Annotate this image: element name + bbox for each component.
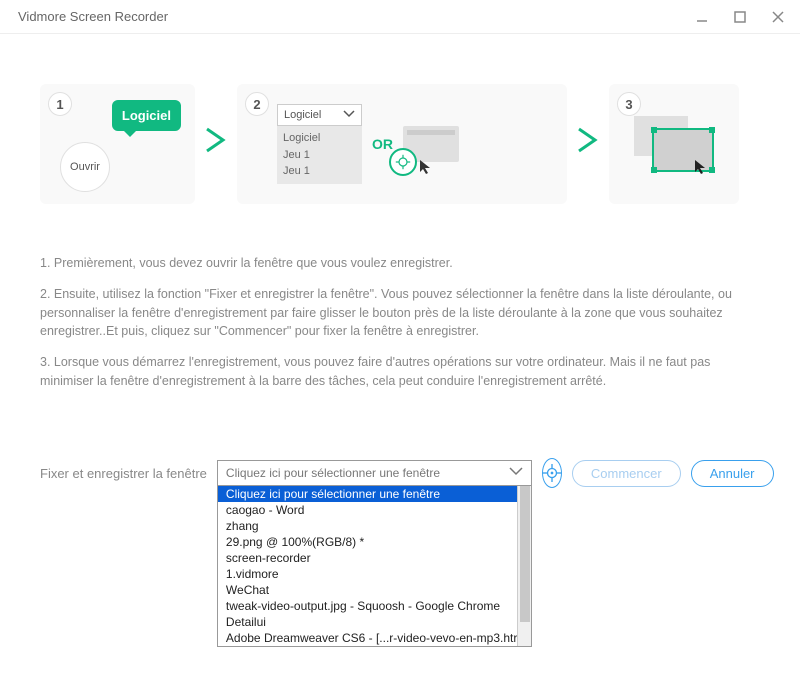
target-picker-button[interactable] <box>542 458 562 488</box>
app-title: Vidmore Screen Recorder <box>18 9 168 24</box>
chevron-down-icon <box>509 466 523 480</box>
dropdown-option[interactable]: 29.png @ 100%(RGB/8) * <box>218 534 531 550</box>
dropdown-option[interactable]: 1.vidmore <box>218 566 531 582</box>
maximize-button[interactable] <box>730 7 750 27</box>
target-illustration <box>403 126 459 162</box>
step-3-card: 3 <box>609 84 739 204</box>
titlebar: Vidmore Screen Recorder <box>0 0 800 34</box>
window-select-wrapper: Cliquez ici pour sélectionner une fenêtr… <box>217 460 532 486</box>
fix-window-label: Fixer et enregistrer la fenêtre <box>40 466 207 481</box>
mini-opt: Logiciel <box>283 130 356 147</box>
crosshair-icon <box>389 148 417 176</box>
cursor-icon <box>694 159 708 178</box>
dropdown-option[interactable]: WeChat <box>218 582 531 598</box>
window-select-dropdown[interactable]: Cliquez ici pour sélectionner une fenêtr… <box>217 460 532 486</box>
resize-handle <box>651 127 657 133</box>
instruction-2: 2. Ensuite, utilisez la fonction "Fixer … <box>40 285 760 341</box>
content-area: 1 Logiciel Ouvrir 2 Logiciel Logiciel Je… <box>0 34 800 423</box>
cancel-button[interactable]: Annuler <box>691 460 774 487</box>
dropdown-option[interactable]: Detailui <box>218 614 531 630</box>
mini-opt: Jeu 1 <box>283 147 356 164</box>
scrollbar[interactable] <box>517 486 531 646</box>
mini-dd-value: Logiciel <box>284 109 321 121</box>
arrow-icon <box>577 125 599 163</box>
resize-handle <box>709 167 715 173</box>
dropdown-option[interactable]: tweak-video-output.jpg - Squoosh - Googl… <box>218 598 531 614</box>
instructions: 1. Premièrement, vous devez ouvrir la fe… <box>40 254 760 391</box>
dropdown-option[interactable]: screen-recorder <box>218 550 531 566</box>
step-1-card: 1 Logiciel Ouvrir <box>40 84 195 204</box>
instruction-1: 1. Premièrement, vous devez ouvrir la fe… <box>40 254 760 273</box>
software-bubble: Logiciel <box>112 100 181 131</box>
dropdown-option[interactable]: Cliquez ici pour sélectionner une fenêtr… <box>218 486 531 502</box>
mini-dropdown-list: Logiciel Jeu 1 Jeu 1 <box>277 126 362 184</box>
minimize-button[interactable] <box>692 7 712 27</box>
step-1-number: 1 <box>48 92 72 116</box>
start-button[interactable]: Commencer <box>572 460 681 487</box>
scrollbar-thumb[interactable] <box>520 486 530 622</box>
mini-dropdown-selected: Logiciel <box>277 104 362 126</box>
mini-opt: Jeu 1 <box>283 163 356 180</box>
step-3-number: 3 <box>617 92 641 116</box>
dropdown-placeholder: Cliquez ici pour sélectionner une fenêtr… <box>226 466 440 480</box>
cursor-icon <box>419 159 433 178</box>
open-circle: Ouvrir <box>60 142 110 192</box>
dropdown-option[interactable]: caogao - Word <box>218 502 531 518</box>
steps-row: 1 Logiciel Ouvrir 2 Logiciel Logiciel Je… <box>40 84 760 204</box>
selection-graphic <box>634 116 714 172</box>
window-controls <box>692 7 788 27</box>
chevron-down-icon <box>343 109 355 121</box>
arrow-icon <box>205 125 227 163</box>
app-window: Vidmore Screen Recorder 1 Logiciel Ouvri… <box>0 0 800 675</box>
instruction-3: 3. Lorsque vous démarrez l'enregistremen… <box>40 353 760 391</box>
mini-dropdown: Logiciel Logiciel Jeu 1 Jeu 1 <box>277 104 362 184</box>
window-select-listbox: Cliquez ici pour sélectionner une fenêtr… <box>217 486 532 647</box>
or-label: OR <box>372 136 393 152</box>
step-2-number: 2 <box>245 92 269 116</box>
step-2-card: 2 Logiciel Logiciel Jeu 1 Jeu 1 OR <box>237 84 567 204</box>
bottom-bar: Fixer et enregistrer la fenêtre Cliquez … <box>40 458 760 488</box>
close-button[interactable] <box>768 7 788 27</box>
dropdown-option[interactable]: Adobe Dreamweaver CS6 - [...r-video-vevo… <box>218 630 531 646</box>
resize-handle <box>709 127 715 133</box>
dropdown-option[interactable]: zhang <box>218 518 531 534</box>
resize-handle <box>651 167 657 173</box>
